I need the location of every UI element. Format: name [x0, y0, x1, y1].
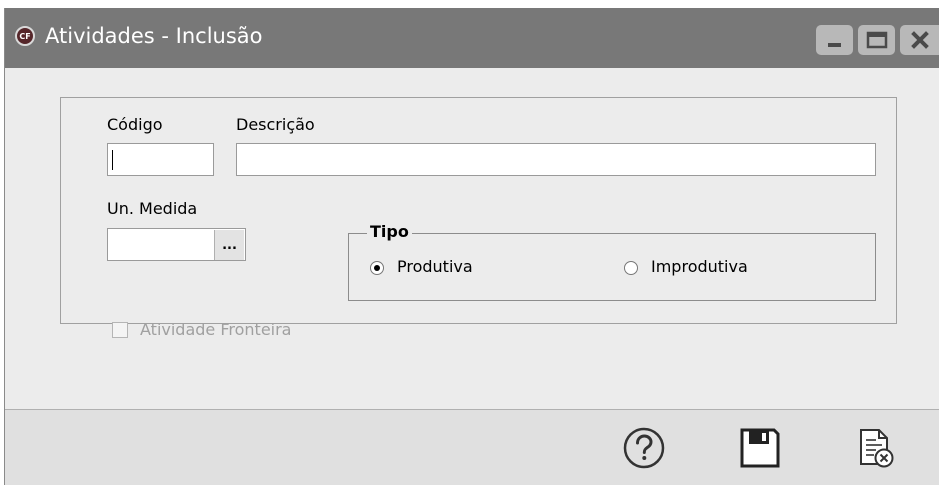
minimize-button[interactable]	[816, 25, 853, 55]
radio-button-icon	[370, 261, 384, 275]
form-group: Código Descrição Un. Medida ... Tipo Pro…	[60, 97, 897, 339]
close-button[interactable]	[900, 25, 939, 55]
window: CF Atividades - Inclusão Código Descriçã…	[4, 8, 939, 485]
un-medida-lookup-button[interactable]: ...	[214, 230, 244, 260]
un-medida-input[interactable]: ...	[107, 228, 246, 261]
cancel-button[interactable]	[854, 426, 898, 470]
descricao-input[interactable]	[236, 143, 876, 176]
checkbox-icon	[112, 322, 128, 338]
minimize-icon	[827, 43, 841, 47]
maximize-button[interactable]	[858, 25, 895, 55]
codigo-label: Código	[107, 115, 163, 134]
text-caret	[112, 150, 113, 170]
descricao-label: Descrição	[236, 115, 315, 134]
tipo-groupbox: Tipo Produtiva Improdutiva	[348, 222, 876, 301]
app-logo-text: CF	[19, 31, 31, 41]
maximize-icon	[866, 31, 887, 49]
title-bar[interactable]: CF Atividades - Inclusão	[5, 8, 939, 68]
save-icon	[740, 428, 780, 468]
radio-produtiva[interactable]: Produtiva	[370, 257, 530, 281]
radio-produtiva-label: Produtiva	[397, 257, 473, 276]
bottom-toolbar	[5, 410, 939, 485]
save-button[interactable]	[738, 426, 782, 470]
radio-button-icon	[624, 261, 638, 275]
form-content: Código Descrição Un. Medida ... Tipo Pro…	[5, 68, 939, 409]
radio-improdutiva-label: Improdutiva	[651, 257, 748, 276]
atividade-fronteira-label: Atividade Fronteira	[140, 320, 292, 339]
close-icon	[911, 31, 929, 49]
app-logo-icon: CF	[15, 26, 35, 46]
help-icon	[623, 427, 665, 469]
radio-improdutiva[interactable]: Improdutiva	[624, 257, 804, 281]
window-title: Atividades - Inclusão	[45, 24, 263, 48]
cancel-document-icon	[860, 429, 894, 468]
help-button[interactable]	[622, 426, 666, 470]
un-medida-label: Un. Medida	[107, 199, 198, 218]
tipo-legend: Tipo	[367, 222, 412, 241]
codigo-input[interactable]	[107, 143, 214, 176]
